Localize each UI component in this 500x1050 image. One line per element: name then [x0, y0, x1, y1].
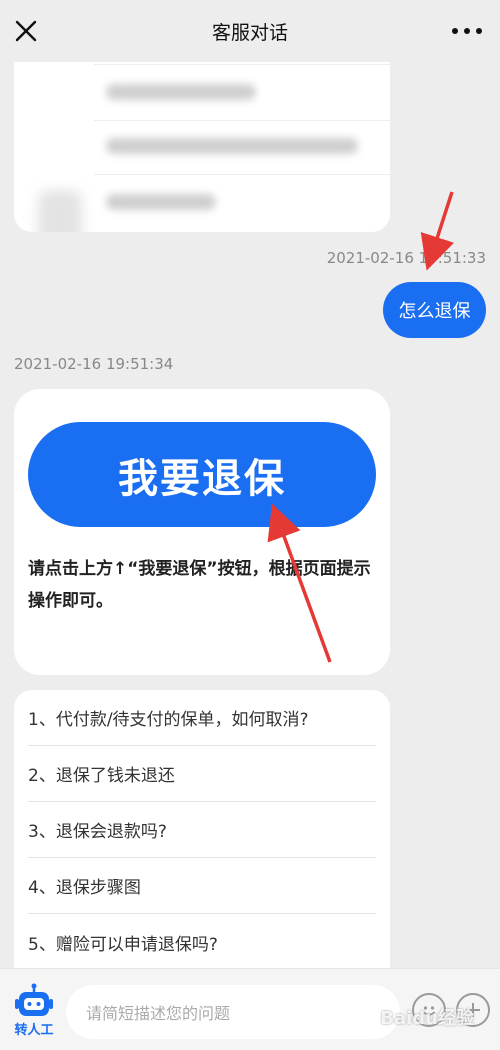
- page-title: 客服对话: [211, 21, 288, 44]
- faq-list: 1、代付款/待支付的保单，如何取消? 2、退保了钱未退还 3、退保会退款吗? 4…: [14, 690, 390, 980]
- faq-item[interactable]: 5、赠险可以申请退保吗?: [28, 914, 376, 970]
- close-icon[interactable]: [12, 17, 40, 45]
- bot-reply-text: 请点击上方↑“我要退保”按钮，根据页面提示操作即可。: [28, 559, 371, 611]
- faq-item[interactable]: 4、退保步骤图: [28, 858, 376, 914]
- bot-reply-card: 我要退保 请点击上方↑“我要退保”按钮，根据页面提示操作即可。: [14, 389, 390, 675]
- watermark: Baidu经验: [380, 1008, 474, 1029]
- faq-item[interactable]: 3、退保会退款吗?: [28, 802, 376, 858]
- human-agent-label[interactable]: 转人工: [4, 1019, 64, 1038]
- message-timestamp: 2021-02-16 19:51:34: [14, 355, 174, 373]
- annotation-arrow: [420, 191, 455, 271]
- more-icon[interactable]: [452, 17, 482, 45]
- user-message-bubble: 怎么退保: [383, 282, 486, 338]
- message-timestamp: 2021-02-16 19:51:33: [326, 249, 486, 267]
- faq-item[interactable]: 1、代付款/待支付的保单，如何取消?: [28, 690, 376, 746]
- surrender-policy-button[interactable]: 我要退保: [28, 422, 376, 527]
- blurred-message-card: [14, 50, 390, 232]
- message-input[interactable]: 请简短描述您的问题: [66, 985, 400, 1039]
- header: 客服对话: [0, 0, 500, 62]
- faq-item[interactable]: 2、退保了钱未退还: [28, 746, 376, 802]
